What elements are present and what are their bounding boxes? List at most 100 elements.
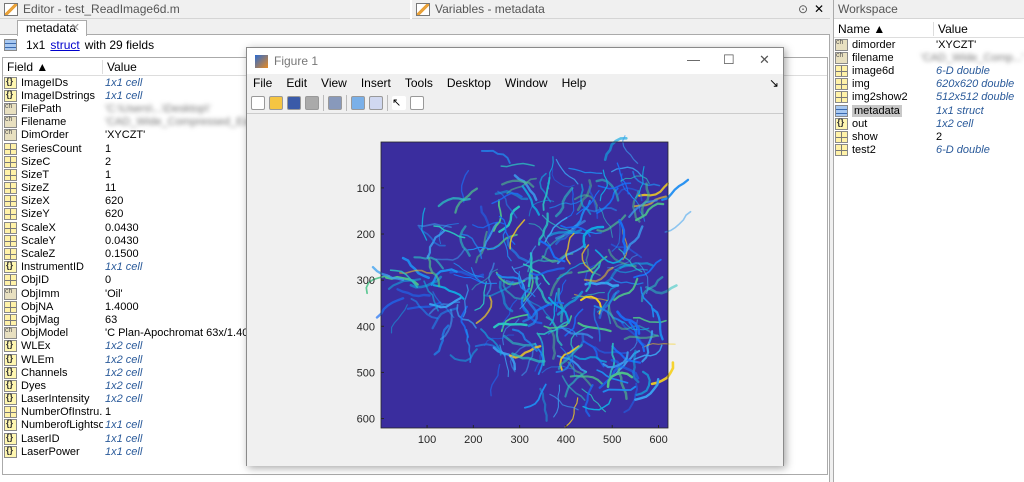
maximize-button[interactable]: ☐ <box>723 52 735 68</box>
print-preview-icon[interactable] <box>328 95 342 110</box>
char-icon <box>4 102 17 115</box>
variable-name: show <box>852 130 878 143</box>
name-cell: test2 <box>834 144 934 157</box>
menu-file[interactable]: File <box>253 76 272 90</box>
field-name: ObjNA <box>21 300 54 313</box>
field-name: LaserIntensity <box>21 393 90 406</box>
name-header[interactable]: Name ▲ <box>834 21 934 36</box>
workspace-row[interactable]: image6d 6-D double <box>834 64 1024 77</box>
cell-icon <box>4 366 17 379</box>
field-name: Dyes <box>21 379 47 392</box>
menu-tools[interactable]: Tools <box>405 76 433 90</box>
num-icon <box>835 130 848 143</box>
field-name: FilePath <box>21 102 62 115</box>
value-header[interactable]: Value <box>934 22 968 36</box>
toolbar-separator <box>346 94 347 111</box>
field-value: 1x1 cell <box>105 419 143 432</box>
field-name: ObjImm <box>21 287 60 300</box>
value-header[interactable]: Value <box>103 60 137 74</box>
field-name: InstrumentID <box>21 261 84 274</box>
field-cell: ObjID <box>3 274 103 287</box>
close-button[interactable]: ✕ <box>759 52 770 68</box>
cell-icon <box>4 340 17 353</box>
workspace-row[interactable]: test2 6-D double <box>834 144 1024 157</box>
tab-metadata[interactable]: metadata ✕ <box>17 20 87 36</box>
workspace-row[interactable]: metadata 1x1 struct <box>834 104 1024 117</box>
image-plot[interactable]: 100 200 300 400 500 600 100 200 300 400 500 600 <box>247 116 783 466</box>
field-cell: Filename <box>3 116 103 129</box>
minimize-button[interactable]: — <box>687 52 700 67</box>
figure-toolbar: ↖ <box>247 92 783 114</box>
workspace-row[interactable]: filename 'CAD_Wide_Comp...' <box>834 51 1024 64</box>
close-icon[interactable]: ✕ <box>814 2 824 16</box>
menu-edit[interactable]: Edit <box>286 76 307 90</box>
num-icon <box>4 155 17 168</box>
dock-icon[interactable]: ↘ <box>769 76 779 90</box>
workspace-row[interactable]: dimorder 'XYCZT' <box>834 38 1024 51</box>
name-cell: img2show2 <box>834 91 934 104</box>
workspace-row[interactable]: out 1x2 cell <box>834 117 1024 130</box>
field-value: 1x2 cell <box>105 379 143 392</box>
num-icon <box>4 313 17 326</box>
pointer-icon[interactable]: ↖ <box>392 95 406 110</box>
field-name: ObjModel <box>21 327 69 340</box>
y-tick-label: 300 <box>357 275 375 287</box>
cell-icon <box>4 445 17 458</box>
variable-name: dimorder <box>852 38 896 51</box>
open-file-icon[interactable] <box>269 95 283 110</box>
field-value: 1x2 cell <box>105 393 143 406</box>
field-value: 1x1 cell <box>105 76 143 89</box>
workspace-row[interactable]: img 620x620 double <box>834 78 1024 91</box>
property-editor-icon[interactable] <box>410 95 424 110</box>
variable-name: image6d <box>852 64 895 77</box>
field-value: 1x1 cell <box>105 432 143 445</box>
legend-icon[interactable] <box>369 95 383 110</box>
y-tick-label: 600 <box>357 414 375 426</box>
toolbar-separator <box>323 94 324 111</box>
summary-size: 1x1 <box>26 38 46 52</box>
struct-link[interactable]: struct <box>50 38 79 52</box>
close-tab-icon[interactable]: ✕ <box>71 21 80 35</box>
field-name: SizeZ <box>21 182 50 195</box>
field-value: 1 <box>105 406 112 419</box>
field-name: WLEm <box>21 353 54 366</box>
name-cell: show <box>834 130 934 143</box>
field-cell: FilePath <box>3 102 103 115</box>
field-name: SizeY <box>21 208 50 221</box>
new-figure-icon[interactable] <box>251 95 265 110</box>
save-icon[interactable] <box>287 95 301 110</box>
panel-menu-icon[interactable]: ⊙ <box>798 2 808 16</box>
num-icon <box>4 208 17 221</box>
field-name: ObjMag <box>21 313 60 326</box>
field-value: 'XYCZT' <box>105 129 146 142</box>
field-value: 0 <box>105 274 112 287</box>
y-tick-label: 100 <box>357 183 375 195</box>
field-cell: ImageIDs <box>3 76 103 89</box>
x-tick-label: 500 <box>603 434 621 446</box>
field-cell: ImageIDstrings <box>3 89 103 102</box>
num-icon <box>4 406 17 419</box>
variable-value: 1x2 cell <box>936 117 974 130</box>
num-icon <box>4 274 17 287</box>
field-cell: Dyes <box>3 379 103 392</box>
menu-window[interactable]: Window <box>505 76 548 90</box>
field-header[interactable]: Field ▲ <box>3 59 103 74</box>
menu-desktop[interactable]: Desktop <box>447 76 491 90</box>
x-tick-label: 400 <box>557 434 575 446</box>
field-name: ImageIDs <box>21 76 69 89</box>
print-icon[interactable] <box>305 95 319 110</box>
x-tick-label: 600 <box>649 434 667 446</box>
menu-view[interactable]: View <box>321 76 347 90</box>
cell-icon <box>4 432 17 445</box>
variables-icon <box>416 2 430 16</box>
colorbar-icon[interactable] <box>351 95 365 110</box>
field-value: 1 <box>105 142 112 155</box>
workspace-row[interactable]: show 2 <box>834 130 1024 143</box>
menu-help[interactable]: Help <box>562 76 587 90</box>
workspace-panel: Workspace Name ▲Value dimorder'XYCZT'fil… <box>833 0 1024 482</box>
field-cell: ScaleY <box>3 234 103 247</box>
num-icon <box>835 64 848 77</box>
workspace-row[interactable]: img2show2 512x512 double <box>834 91 1024 104</box>
menu-insert[interactable]: Insert <box>361 76 391 90</box>
name-cell: metadata <box>834 104 934 117</box>
